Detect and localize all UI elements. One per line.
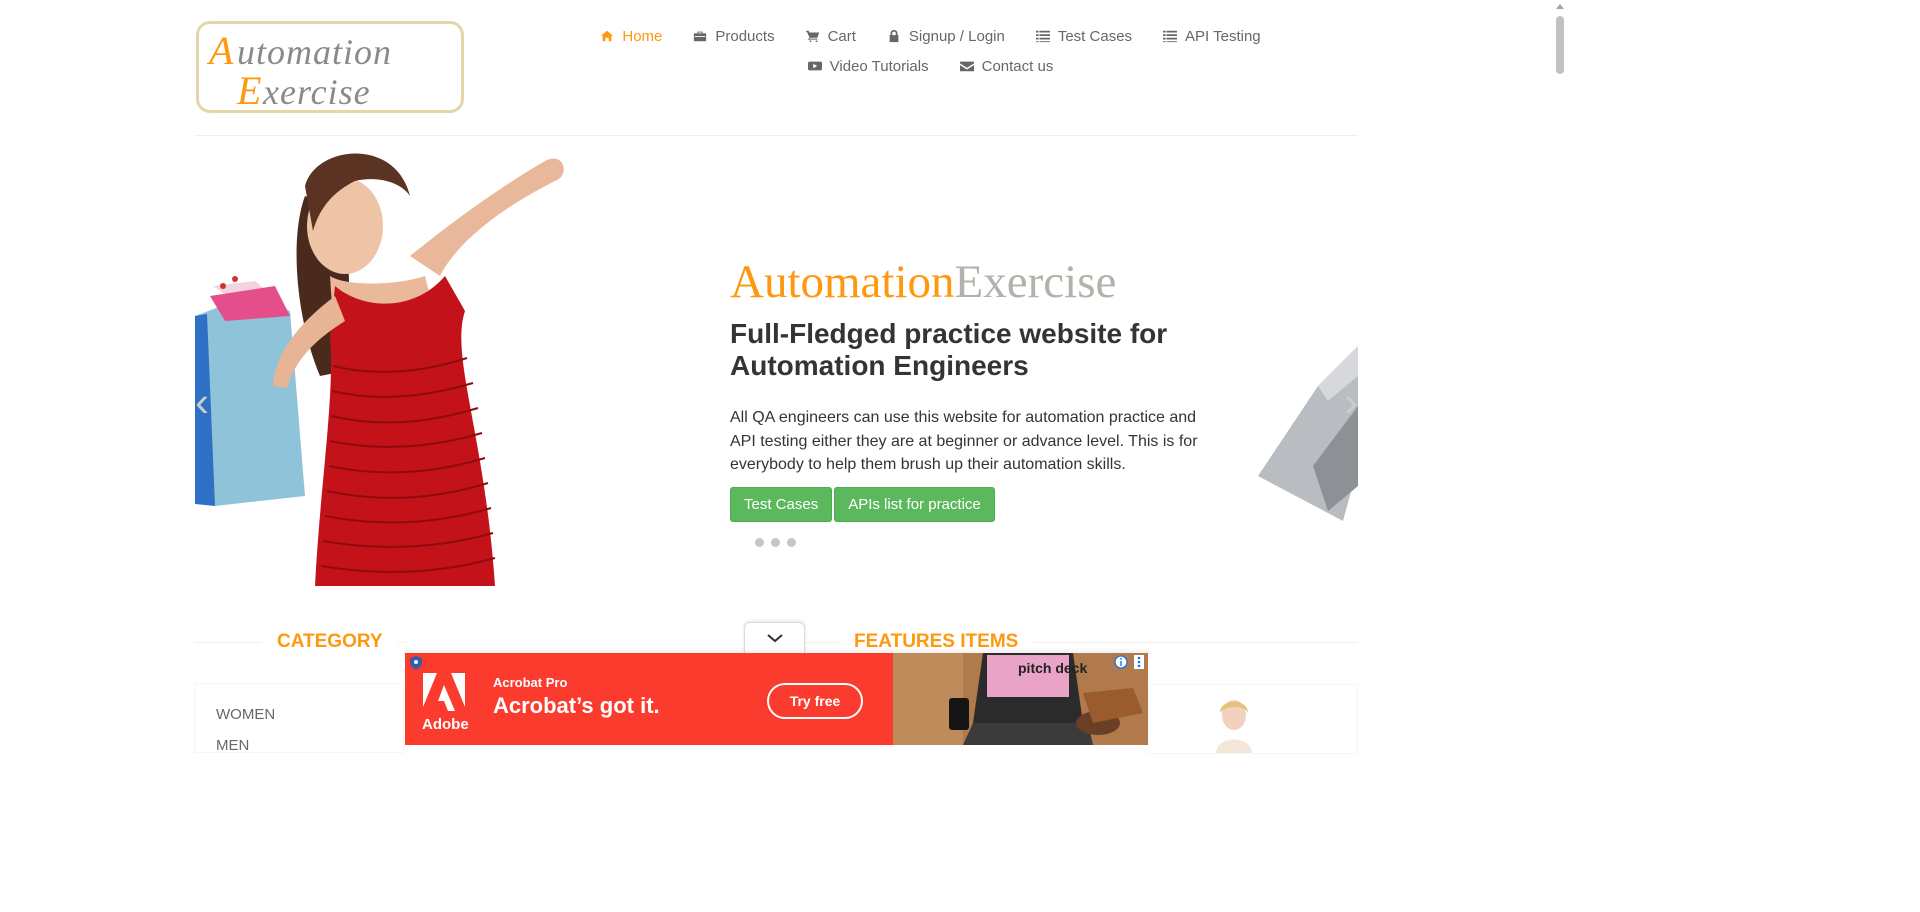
svg-text:A: A	[206, 28, 234, 73]
category-title: CATEGORY	[262, 631, 398, 653]
hero-brand-part2: Exercise	[954, 256, 1117, 308]
nav-cart-label: Cart	[827, 27, 856, 45]
ad-red-panel: Adobe Acrobat Pro Acrobat’s got it. Try …	[405, 653, 893, 745]
bottom-banner-ad[interactable]: Adobe Acrobat Pro Acrobat’s got it. Try …	[405, 653, 1148, 745]
nav-row-2: Video Tutorials Contact us	[600, 56, 1260, 76]
logo-wordmark: A utomation E xercise	[206, 28, 392, 113]
nav-video-tutorials-label: Video Tutorials	[829, 57, 929, 75]
hero-brand: AutomationExercise	[730, 254, 1230, 310]
ad-info-icon[interactable]	[1114, 655, 1128, 669]
product-image	[1216, 700, 1252, 753]
lock-icon	[886, 29, 902, 43]
carousel-dot-3[interactable]	[787, 538, 796, 547]
feature-product-card	[1148, 684, 1358, 754]
nav-contact-us[interactable]: Contact us	[944, 56, 1069, 76]
nav-contact-us-label: Contact us	[981, 57, 1054, 75]
site-logo[interactable]: A utomation E xercise	[196, 21, 464, 113]
ad-brand: Acrobat Pro	[493, 675, 568, 690]
nav-video-tutorials[interactable]: Video Tutorials	[792, 56, 944, 76]
ad-photo: pitch deck	[893, 653, 1148, 745]
ad-headline: Acrobat’s got it.	[493, 693, 660, 718]
category-men[interactable]: MEN	[216, 737, 249, 754]
nav-signup-login[interactable]: Signup / Login	[871, 26, 1020, 46]
nav-cart[interactable]: Cart	[790, 26, 871, 46]
category-women[interactable]: WOMEN	[216, 706, 275, 723]
carousel-next-arrow[interactable]: ›	[1344, 381, 1358, 423]
nav-products-label: Products	[715, 27, 775, 45]
carousel-dot-1[interactable]	[755, 538, 764, 547]
apis-list-button[interactable]: APIs list for practice	[834, 486, 995, 522]
nav-api-testing-label: API Testing	[1185, 27, 1261, 45]
hero-carousel: ‹ AutomationExercise Full-Fledged practi…	[195, 136, 1358, 586]
site-header: A utomation E xercise Home Products Cart…	[0, 0, 1550, 135]
nav-row-1: Home Products Cart Signup / Login Test C…	[600, 26, 1261, 46]
nav-api-testing[interactable]: API Testing	[1147, 26, 1276, 46]
hero-heading: Full-Fledged practice website for Automa…	[730, 318, 1168, 381]
briefcase-icon	[692, 29, 708, 43]
nav-home-label: Home	[622, 27, 663, 45]
envelope-icon	[959, 59, 975, 73]
svg-text:xercise: xercise	[262, 72, 371, 110]
nav-signup-login-label: Signup / Login	[908, 27, 1005, 45]
svg-text:E: E	[236, 68, 261, 110]
scroll-up-arrow-icon[interactable]	[1556, 4, 1564, 9]
adobe-logo-icon: Adobe	[422, 673, 469, 733]
chevron-down-icon	[766, 634, 783, 643]
hero-buttons: Test Cases APIs list for practice	[730, 486, 1230, 522]
hero-text: AutomationExercise Full-Fledged practice…	[730, 254, 1230, 522]
svg-text:utomation: utomation	[237, 32, 392, 72]
hero-model-image	[195, 136, 575, 586]
list-icon	[1162, 29, 1178, 43]
category-panel: WOMEN MEN	[194, 683, 404, 754]
list-icon	[1035, 29, 1051, 43]
nav-test-cases-label: Test Cases	[1057, 27, 1133, 45]
nav-home[interactable]: Home	[584, 26, 677, 46]
hero-brand-part1: Automation	[730, 256, 955, 308]
carousel-indicators	[755, 538, 796, 547]
ad-try-free-button[interactable]: Try free	[767, 683, 863, 719]
test-cases-button[interactable]: Test Cases	[730, 486, 833, 522]
page-scrollbar[interactable]	[1551, 0, 1568, 745]
next-slide-preview-image	[1258, 346, 1358, 521]
hero-paragraph: All QA engineers can use this website fo…	[730, 409, 1198, 473]
ad-pitch-deck-sticker: pitch deck	[1018, 660, 1087, 676]
scroll-thumb[interactable]	[1556, 16, 1564, 74]
main-nav: Home Products Cart Signup / Login Test C…	[600, 26, 1261, 76]
carousel-dot-2[interactable]	[771, 538, 780, 547]
cart-icon	[805, 29, 821, 43]
adobe-wordmark: Adobe	[422, 716, 469, 733]
ad-privacy-shield-icon[interactable]	[409, 656, 423, 670]
carousel-prev-arrow[interactable]: ‹	[195, 381, 209, 423]
home-icon	[599, 29, 615, 43]
nav-products[interactable]: Products	[677, 26, 789, 46]
youtube-play-icon	[807, 59, 823, 73]
ad-more-options-icon[interactable]	[1134, 655, 1144, 669]
nav-test-cases[interactable]: Test Cases	[1020, 26, 1147, 46]
